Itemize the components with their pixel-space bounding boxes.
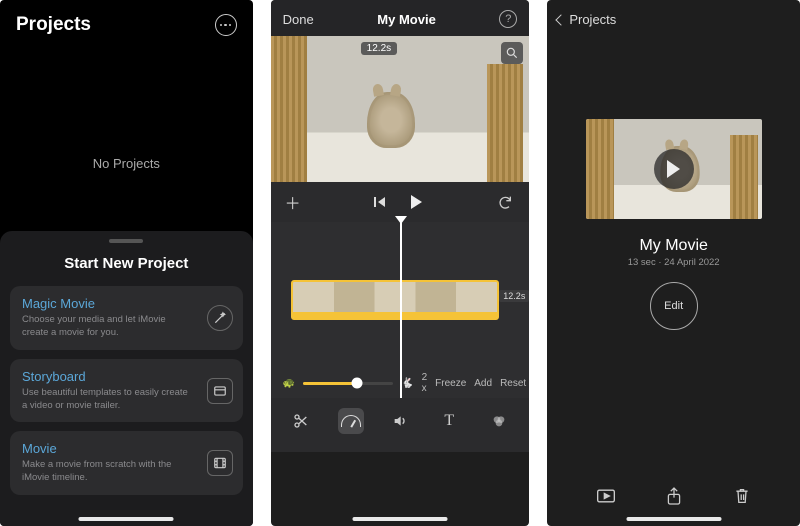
option-title: Magic Movie [22,296,193,311]
option-title: Movie [22,441,193,456]
titles-icon[interactable]: T [436,408,462,434]
sheet-title: Start New Project [10,255,243,272]
new-project-sheet: Start New Project Magic Movie Choose you… [0,231,253,526]
storyboard-icon [207,378,233,404]
help-icon[interactable]: ? [499,10,517,28]
speed-icon[interactable] [338,408,364,434]
project-meta: 13 sec · 24 April 2022 [547,257,800,268]
speed-slider[interactable] [303,382,393,385]
home-indicator[interactable] [79,517,174,521]
project-thumbnail[interactable] [586,119,762,219]
edit-button[interactable]: Edit [650,282,698,330]
option-movie[interactable]: Movie Make a movie from scratch with the… [10,431,243,495]
freeze-button[interactable]: Freeze [435,378,466,389]
reset-speed-button[interactable]: Reset [500,378,526,389]
zoom-icon[interactable] [501,42,523,64]
play-fullscreen-icon[interactable] [596,486,616,506]
back-button[interactable]: Projects [547,0,800,35]
option-desc: Use beautiful templates to easily create… [22,387,193,413]
editor-title: My Movie [377,12,436,27]
play-overlay-icon[interactable] [654,149,694,189]
projects-title: Projects [16,14,91,36]
film-icon [207,450,233,476]
split-icon[interactable] [288,408,314,434]
editor-header: Done My Movie ? [271,0,530,36]
option-desc: Choose your media and let iMovie create … [22,314,193,340]
speed-value: 2 x [422,372,428,394]
chevron-left-icon [556,14,567,25]
magic-wand-icon [207,305,233,331]
projects-header: Projects [0,0,253,46]
speed-controls: 🐢 🐇 2 x Freeze Add Reset [283,372,518,394]
more-options-icon[interactable] [215,14,237,36]
turtle-icon: 🐢 [283,378,295,389]
option-storyboard[interactable]: Storyboard Use beautiful templates to ea… [10,359,243,423]
project-title: My Movie [547,237,800,255]
trash-icon[interactable] [732,486,752,506]
duration-badge: 12.2s [361,42,397,55]
share-icon[interactable] [664,486,684,506]
preview-viewer[interactable]: 12.2s [271,36,530,182]
editor-toolbar: T [271,398,530,452]
add-speed-button[interactable]: Add [474,378,492,389]
rabbit-icon: 🐇 [401,378,413,389]
home-indicator[interactable] [353,517,448,521]
editor-screen: Done My Movie ? 12.2s ＋ [271,0,530,526]
undo-icon[interactable] [495,192,515,212]
clip-duration-label: 12.2s [499,290,529,302]
projects-screen: Projects No Projects Start New Project M… [0,0,253,526]
timeline-clip[interactable] [291,280,500,320]
bottom-actions [547,486,800,506]
volume-icon[interactable] [387,408,413,434]
no-projects-label: No Projects [0,46,253,241]
skip-back-icon[interactable] [374,197,385,207]
filters-icon[interactable] [486,408,512,434]
option-desc: Make a movie from scratch with the iMovi… [22,459,193,485]
option-title: Storyboard [22,369,193,384]
timeline[interactable]: 12.2s 🐢 🐇 2 x Freeze Add Reset [271,222,530,398]
add-media-icon[interactable]: ＋ [285,190,301,214]
done-button[interactable]: Done [283,12,314,27]
project-details-screen: Projects My Movie 13 sec · 24 April 2022… [547,0,800,526]
play-icon[interactable] [411,195,422,209]
sheet-grabber[interactable] [109,239,143,243]
home-indicator[interactable] [626,517,721,521]
option-magic-movie[interactable]: Magic Movie Choose your media and let iM… [10,286,243,350]
back-label: Projects [569,12,616,27]
